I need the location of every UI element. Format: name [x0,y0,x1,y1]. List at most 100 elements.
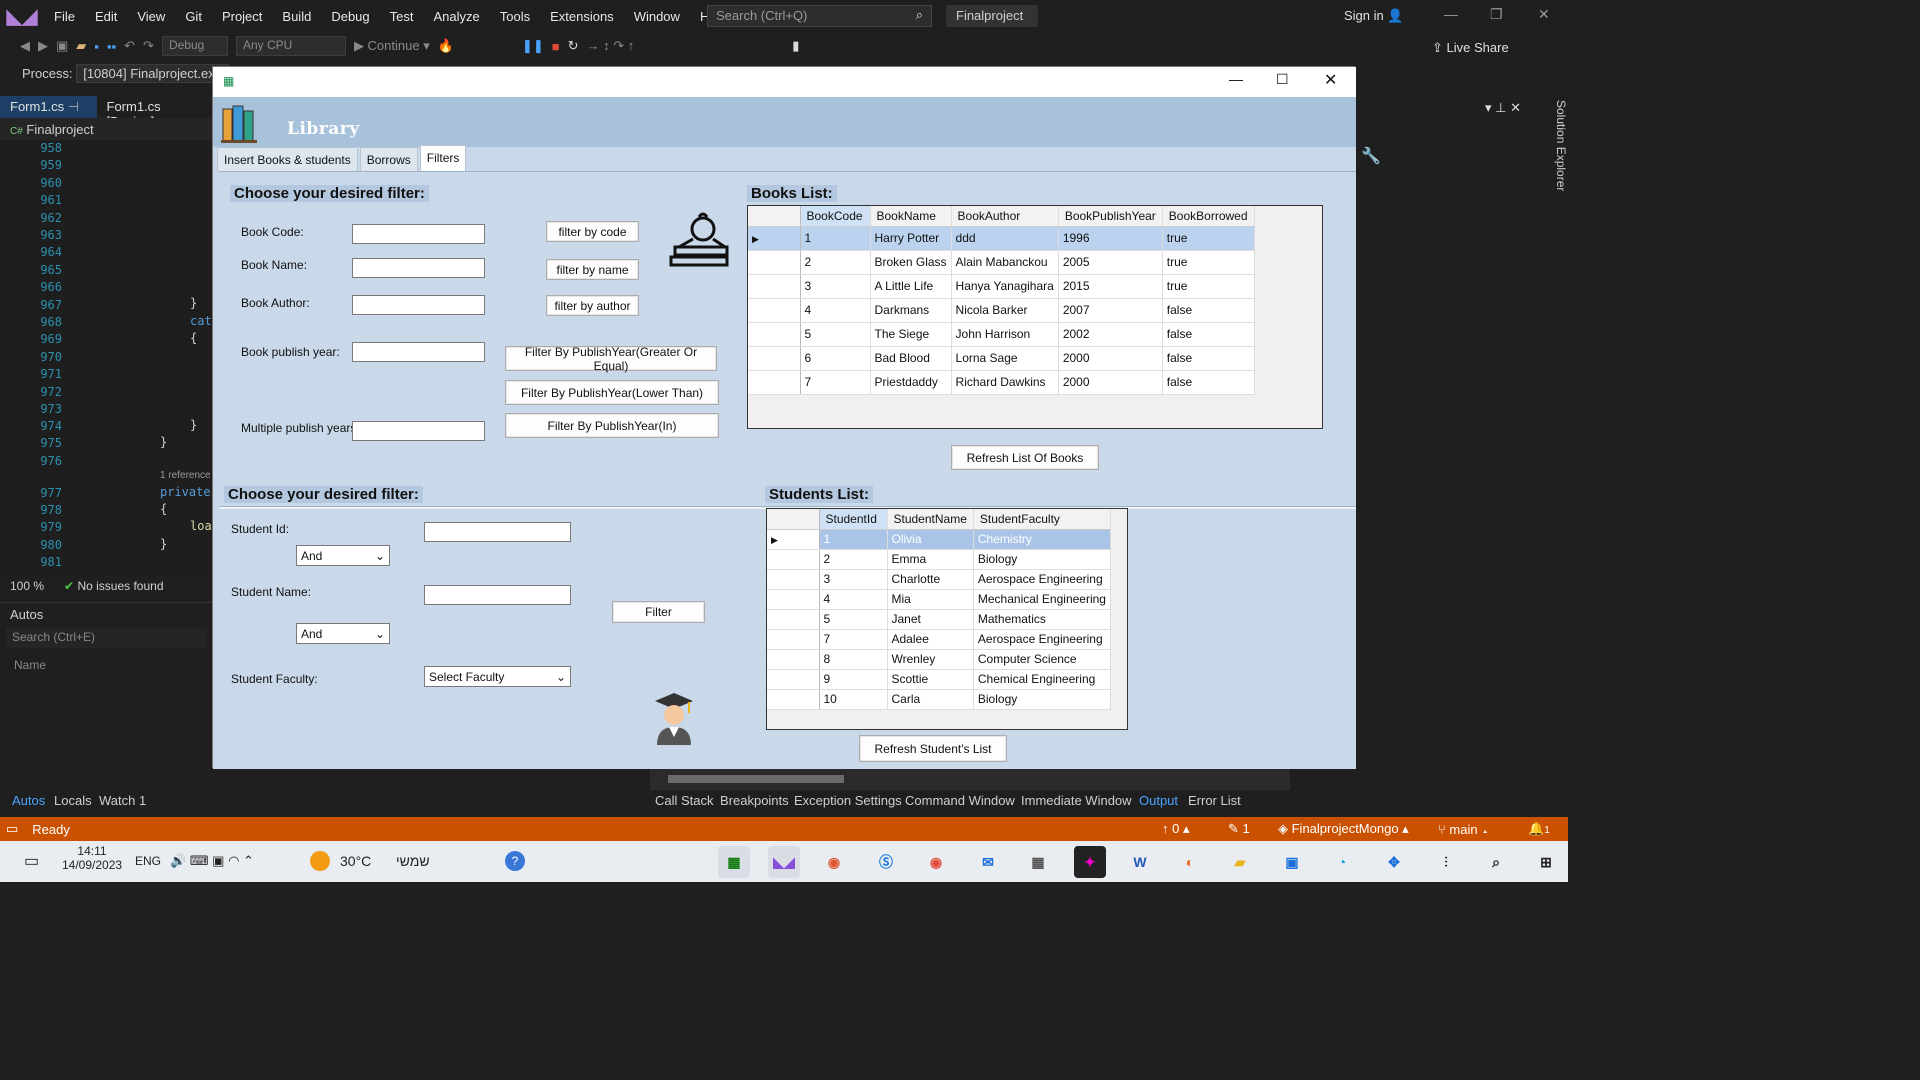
column-header[interactable]: StudentName [887,509,974,530]
table-cell[interactable]: 2005 [1058,250,1163,275]
filter-publish-year-lt-button[interactable]: Filter By PublishYear(Lower Than) [505,380,719,405]
table-row[interactable]: 7 Adalee Aerospace Engineering [767,629,1111,650]
table-cell[interactable]: Chemistry [973,529,1111,550]
table-cell[interactable]: A Little Life [870,274,952,299]
horizontal-scrollbar[interactable] [650,768,1290,790]
multiple-publish-years-input[interactable] [352,421,485,441]
save-all-icon[interactable]: ▪▪ [107,39,116,54]
winforms-app-icon[interactable]: ▦ [718,846,750,878]
undo-icon[interactable]: ↶ [124,38,135,54]
table-cell[interactable]: false [1162,298,1255,323]
book-name-input[interactable] [352,258,485,278]
row-header[interactable]: ▶ [748,226,801,251]
vs-search-input[interactable]: Search (Ctrl+Q) ⌕ [707,5,932,27]
menu-debug[interactable]: Debug [321,9,379,24]
solution-explorer-tab[interactable]: Solution Explorer [1538,96,1568,296]
row-header[interactable] [767,549,820,570]
form-maximize-icon[interactable]: ☐ [1276,71,1289,88]
table-cell[interactable]: Alain Mabanckou [951,250,1059,275]
student-id-input[interactable] [424,522,571,542]
students-grid[interactable]: StudentId StudentName StudentFaculty ▶ 1 Oli… [766,508,1128,730]
calculator-icon[interactable]: ▦ [1022,846,1054,878]
operator-select-1[interactable]: And ⌄ [296,545,390,566]
table-cell[interactable]: true [1162,250,1255,275]
table-cell[interactable]: John Harrison [951,322,1059,347]
wrench-icon[interactable]: 🔧 [1361,146,1381,166]
table-cell[interactable]: Mechanical Engineering [973,589,1111,610]
config-select[interactable]: Debug [161,36,228,56]
task-view-icon[interactable]: ⫶ [1430,846,1462,878]
table-cell[interactable]: Aerospace Engineering [973,569,1111,590]
table-cell[interactable]: 2007 [1058,298,1163,323]
table-row[interactable]: 7 Priestdaddy Richard Dawkins 2000 false [748,370,1255,395]
form-close-icon[interactable]: ✕ [1324,70,1337,90]
menu-file[interactable]: File [44,9,85,24]
table-cell[interactable]: Scottie [887,669,974,690]
table-cell[interactable]: Lorna Sage [951,346,1059,371]
new-project-icon[interactable]: ▣ [56,38,68,54]
restart-icon[interactable]: ↻ [568,38,579,54]
table-cell[interactable]: Mia [887,589,974,610]
tab-form1-cs[interactable]: Form1.cs ⊣ ✕ [0,96,97,130]
menu-build[interactable]: Build [272,9,321,24]
tab-exception-settings[interactable]: Exception Settings [794,793,902,808]
row-header[interactable]: ▶ [767,529,820,550]
table-cell[interactable]: 1996 [1058,226,1163,251]
tab-immediate-window[interactable]: Immediate Window [1021,793,1132,808]
table-cell[interactable]: 2015 [1058,274,1163,299]
table-cell[interactable]: Nicola Barker [951,298,1059,323]
redo-icon[interactable]: ↷ [143,38,154,54]
tab-borrows[interactable]: Borrows [359,147,418,171]
table-cell[interactable]: 10 [819,689,888,710]
tab-form1-design[interactable]: Form1.cs [Design] [97,96,213,129]
filter-publish-year-in-button[interactable]: Filter By PublishYear(In) [505,413,719,438]
column-header[interactable]: StudentId [819,509,888,530]
store-icon[interactable]: ▣ [1276,846,1308,878]
word-icon[interactable]: W [1124,846,1156,878]
menu-analyze[interactable]: Analyze [423,9,489,24]
tab-insert-books-students[interactable]: Insert Books & students [217,147,358,171]
table-row[interactable]: ▶ 1 Harry Potter ddd 1996 true [748,226,1255,251]
books-grid[interactable]: BookCode BookName BookAuthor BookPublishYea… [747,205,1323,429]
row-header[interactable] [748,274,801,299]
publish-year-input[interactable] [352,342,485,362]
autos-search-input[interactable]: Search (Ctrl+E) [6,628,207,648]
table-cell[interactable]: Chemical Engineering [973,669,1111,690]
table-row[interactable]: 10 Carla Biology [767,689,1111,710]
refresh-students-button[interactable]: Refresh Student's List [859,735,1007,762]
panel-pin-icon[interactable]: ▾ ⊥ ✕ [1485,100,1521,116]
table-cell[interactable]: Biology [973,549,1111,570]
tab-watch-1[interactable]: Watch 1 [99,793,146,808]
help-icon[interactable]: ? [505,851,525,871]
tab-command-window[interactable]: Command Window [905,793,1015,808]
table-row[interactable]: 4 Darkmans Nicola Barker 2007 false [748,298,1255,323]
table-cell[interactable]: 3 [800,274,871,299]
table-cell[interactable]: 2002 [1058,322,1163,347]
operator-select-2[interactable]: And ⌄ [296,623,390,644]
table-cell[interactable]: Harry Potter [870,226,952,251]
table-cell[interactable]: The Siege [870,322,952,347]
row-header[interactable] [767,689,820,710]
table-cell[interactable]: Adalee [887,629,974,650]
column-header[interactable]: BookName [870,206,952,227]
open-icon[interactable]: ▰ [76,38,86,54]
live-share-button[interactable]: ⇪ Live Share [1432,40,1509,56]
project-nav-bar[interactable]: C# Finalproject [0,118,213,140]
changes-counter[interactable]: ✎ 1 [1228,821,1250,837]
column-header[interactable]: BookPublishYear [1058,206,1163,227]
table-cell[interactable]: 2 [819,549,888,570]
row-header[interactable] [748,298,801,323]
system-tray-icons[interactable]: 🔊 ⌨ ▣ ◠ ⌃ [170,853,254,869]
paint-icon[interactable]: ✦ [1074,846,1106,878]
row-header[interactable] [767,569,820,590]
form-minimize-icon[interactable]: — [1229,71,1243,87]
table-cell[interactable]: 3 [819,569,888,590]
tab-call-stack[interactable]: Call Stack [655,793,714,808]
tab-autos[interactable]: Autos [12,793,45,808]
table-cell[interactable]: 7 [819,629,888,650]
table-cell[interactable]: true [1162,226,1255,251]
notifications-icon[interactable]: 🔔1 [1528,821,1550,837]
menu-test[interactable]: Test [380,9,424,24]
language-indicator[interactable]: ENG [135,854,161,868]
table-cell[interactable]: 4 [800,298,871,323]
